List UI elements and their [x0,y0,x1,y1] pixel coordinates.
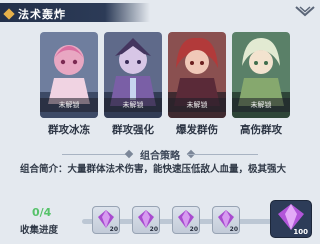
hero-name: 高伤群攻 [240,124,282,136]
title-diamond-icon [3,8,15,20]
collection-progress: 0/4 收集进度 [20,206,78,238]
reward-qty: 20 [229,226,238,233]
divider-line [188,154,258,155]
reward-chest-3[interactable]: 20 [172,206,200,234]
locked-label: 未解锁 [40,98,98,112]
combo-section-header: 组合策略 [0,146,320,162]
purple-gem-icon [278,204,304,230]
hero-name: 群攻冰冻 [48,124,90,136]
hero-name: 爆发群伤 [176,124,218,136]
locked-label: 未解锁 [104,98,162,112]
reward-qty: 20 [109,226,118,233]
hero-card-3[interactable]: 未解锁 爆发群伤 [168,32,226,136]
hero-name: 群攻强化 [112,124,154,136]
locked-label: 未解锁 [232,98,290,112]
combo-panel: 法术轰炸 未解锁 群攻冰冻 未解锁 群攻强化 未解锁 爆发群伤 未解锁 高伤群攻… [0,0,320,244]
hero-card-list: 未解锁 群攻冰冻 未解锁 群攻强化 未解锁 爆发群伤 未解锁 高伤群攻 [40,32,290,148]
reward-chest-4[interactable]: 20 [212,206,240,234]
header: 法术轰炸 [0,0,320,24]
combo-description: 组合简介：大量群体法术伤害，能快速压低敌人血量，极其强大 [20,164,287,175]
progress-label: 收集进度 [20,225,59,236]
reward-chest-1[interactable]: 20 [92,206,120,234]
reward-qty: 20 [189,226,198,233]
reward-qty: 20 [149,226,158,233]
reward-chest-2[interactable]: 20 [132,206,160,234]
combo-section-title: 组合策略 [140,151,180,162]
hero-card-4[interactable]: 未解锁 高伤群攻 [232,32,290,136]
collapse-chevron-icon[interactable] [294,2,316,20]
locked-label: 未解锁 [168,98,226,112]
reward-qty: 100 [293,228,308,236]
progress-value: 0/4 [32,206,52,219]
reward-chest-final[interactable]: 100 [270,200,312,238]
hero-card-1[interactable]: 未解锁 群攻冰冻 [40,32,98,136]
title-bar: 法术轰炸 [0,3,150,22]
panel-title: 法术轰炸 [18,8,66,21]
hero-card-2[interactable]: 未解锁 群攻强化 [104,32,162,136]
